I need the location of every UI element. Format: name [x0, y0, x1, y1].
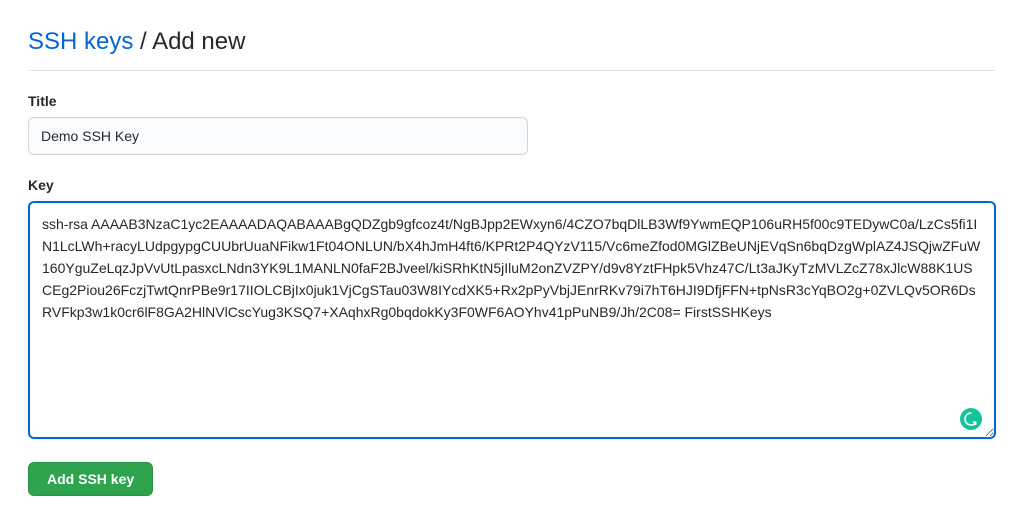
key-field-group: Key — [28, 177, 996, 444]
breadcrumb-separator: / — [133, 28, 152, 55]
breadcrumb: SSH keys / Add new — [28, 28, 996, 71]
key-textarea[interactable] — [28, 201, 996, 439]
title-label: Title — [28, 93, 996, 109]
grammarly-icon — [960, 408, 982, 430]
add-ssh-key-button[interactable]: Add SSH key — [28, 462, 153, 496]
breadcrumb-ssh-keys-link[interactable]: SSH keys — [28, 28, 133, 55]
title-field-group: Title — [28, 93, 996, 155]
title-input[interactable] — [28, 117, 528, 155]
key-label: Key — [28, 177, 996, 193]
breadcrumb-current: Add new — [152, 28, 245, 55]
